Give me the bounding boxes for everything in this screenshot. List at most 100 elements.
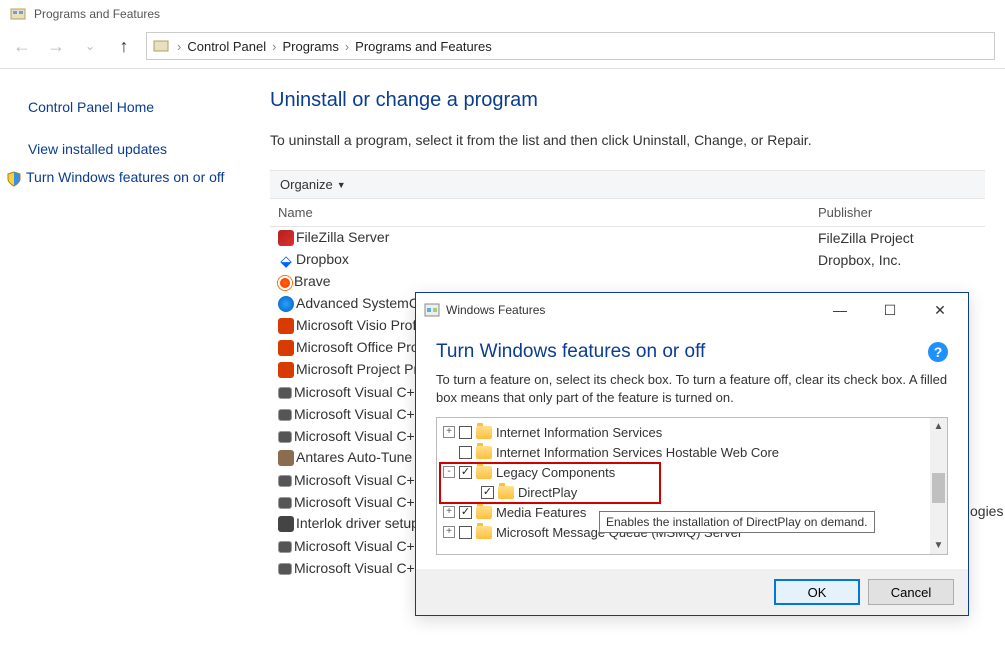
program-name: Microsoft Visual C++ xyxy=(294,538,423,554)
program-name: Microsoft Visual C++ xyxy=(294,472,423,488)
close-button[interactable]: ✕ xyxy=(918,297,962,323)
program-icon xyxy=(278,516,294,532)
minimize-button[interactable]: — xyxy=(818,297,862,323)
folder-icon xyxy=(498,486,514,499)
feature-label: Internet Information Services Hostable W… xyxy=(496,445,779,460)
folder-icon xyxy=(476,526,492,539)
expander-placeholder xyxy=(465,486,477,498)
scroll-up-button[interactable]: ▲ xyxy=(930,418,947,435)
breadcrumb-programs[interactable]: Programs xyxy=(282,39,338,54)
feature-row[interactable]: + Internet Information Services xyxy=(437,422,930,442)
feature-label: Internet Information Services xyxy=(496,425,662,440)
windows-features-dialog: Windows Features — ☐ ✕ Turn Windows feat… xyxy=(415,292,969,616)
sidebar: Control Panel Home View installed update… xyxy=(0,69,250,646)
program-icon xyxy=(278,362,294,378)
sidebar-control-panel-home[interactable]: Control Panel Home xyxy=(28,93,232,121)
program-icon xyxy=(278,230,294,246)
chevron-right-icon: › xyxy=(270,39,278,54)
scroll-down-button[interactable]: ▼ xyxy=(930,537,947,554)
program-publisher: Dropbox, Inc. xyxy=(810,249,985,271)
maximize-button[interactable]: ☐ xyxy=(868,297,912,323)
dialog-title: Windows Features xyxy=(446,303,545,317)
organize-label: Organize xyxy=(280,177,333,192)
expand-icon[interactable]: + xyxy=(443,506,455,518)
folder-icon xyxy=(476,446,492,459)
organize-button[interactable]: Organize ▼ xyxy=(280,177,346,192)
program-publisher xyxy=(810,271,985,293)
sidebar-windows-features-label: Turn Windows features on or off xyxy=(26,169,224,185)
program-icon xyxy=(278,296,294,312)
page-title: Uninstall or change a program xyxy=(270,89,985,112)
feature-row[interactable]: DirectPlay xyxy=(437,482,930,502)
expand-icon[interactable]: + xyxy=(443,526,455,538)
column-header-name[interactable]: Name xyxy=(270,199,810,227)
sidebar-view-installed-updates[interactable]: View installed updates xyxy=(28,135,232,163)
chevron-down-icon: ▼ xyxy=(337,180,346,190)
scroll-track[interactable] xyxy=(930,435,947,537)
nav-up-button[interactable]: ↑ xyxy=(112,34,136,58)
program-name: Antares Auto-Tune 7 xyxy=(296,449,424,465)
navigation-bar: ← → ⌄ ↑ › Control Panel › Programs › Pro… xyxy=(0,28,1005,69)
expander-placeholder xyxy=(443,446,455,458)
feature-checkbox[interactable] xyxy=(459,506,472,519)
breadcrumb-programs-and-features[interactable]: Programs and Features xyxy=(355,39,492,54)
breadcrumb-icon xyxy=(153,38,169,54)
feature-label: DirectPlay xyxy=(518,485,577,500)
scroll-thumb[interactable] xyxy=(932,473,945,503)
breadcrumb[interactable]: › Control Panel › Programs › Programs an… xyxy=(146,32,995,60)
feature-checkbox[interactable] xyxy=(459,466,472,479)
program-icon xyxy=(278,318,294,334)
program-row[interactable]: FileZilla Server FileZilla Project xyxy=(270,227,985,249)
feature-checkbox[interactable] xyxy=(459,426,472,439)
window-titlebar: Programs and Features xyxy=(0,0,1005,28)
program-row[interactable]: ⬙DropboxDropbox, Inc. xyxy=(270,249,985,271)
program-icon xyxy=(278,475,292,487)
help-icon[interactable]: ? xyxy=(928,342,948,362)
toolbar: Organize ▼ xyxy=(270,170,985,199)
dialog-button-row: OK Cancel xyxy=(416,569,968,615)
dialog-description: To turn a feature on, select its check b… xyxy=(436,371,948,407)
program-icon xyxy=(278,431,292,443)
feature-checkbox[interactable] xyxy=(481,486,494,499)
program-icon xyxy=(278,409,292,421)
program-icon xyxy=(278,450,294,466)
program-name: Microsoft Visual C++ xyxy=(294,560,423,576)
tooltip: Enables the installation of DirectPlay o… xyxy=(599,511,875,533)
program-publisher: FileZilla Project xyxy=(810,227,985,249)
nav-back-button[interactable]: ← xyxy=(10,34,34,58)
program-icon xyxy=(278,497,292,509)
breadcrumb-control-panel[interactable]: Control Panel xyxy=(187,39,266,54)
ok-button[interactable]: OK xyxy=(774,579,860,605)
scrollbar[interactable]: ▲ ▼ xyxy=(930,418,947,554)
folder-icon xyxy=(476,506,492,519)
dialog-icon xyxy=(424,302,440,318)
feature-label: Legacy Components xyxy=(496,465,615,480)
column-header-publisher[interactable]: Publisher xyxy=(810,199,985,227)
program-name: Microsoft Visual C++ xyxy=(294,406,423,422)
cancel-button[interactable]: Cancel xyxy=(868,579,954,605)
program-name: Microsoft Visual C++ xyxy=(294,494,423,510)
dialog-titlebar: Windows Features — ☐ ✕ xyxy=(416,293,968,327)
program-name: Brave xyxy=(294,273,331,289)
feature-row[interactable]: Internet Information Services Hostable W… xyxy=(437,442,930,462)
program-name: Interlok driver setup xyxy=(296,515,419,531)
feature-row[interactable]: - Legacy Components xyxy=(437,462,930,482)
feature-label: Media Features xyxy=(496,505,586,520)
chevron-right-icon: › xyxy=(175,39,183,54)
feature-checkbox[interactable] xyxy=(459,526,472,539)
folder-icon xyxy=(476,466,492,479)
program-icon xyxy=(278,563,292,575)
control-panel-icon xyxy=(10,6,26,22)
feature-checkbox[interactable] xyxy=(459,446,472,459)
page-description: To uninstall a program, select it from t… xyxy=(270,132,985,148)
obscured-text-fragment: ogies xyxy=(970,503,1003,519)
window-title: Programs and Features xyxy=(34,7,160,21)
program-row[interactable]: Brave xyxy=(270,271,985,293)
expand-icon[interactable]: + xyxy=(443,426,455,438)
sidebar-turn-windows-features[interactable]: Turn Windows features on or off xyxy=(6,163,232,193)
nav-forward-button[interactable]: → xyxy=(44,34,68,58)
program-name: FileZilla Server xyxy=(296,229,389,245)
program-icon: ⬙ xyxy=(278,252,294,268)
collapse-icon[interactable]: - xyxy=(443,466,455,478)
nav-recent-dropdown[interactable]: ⌄ xyxy=(78,34,102,58)
